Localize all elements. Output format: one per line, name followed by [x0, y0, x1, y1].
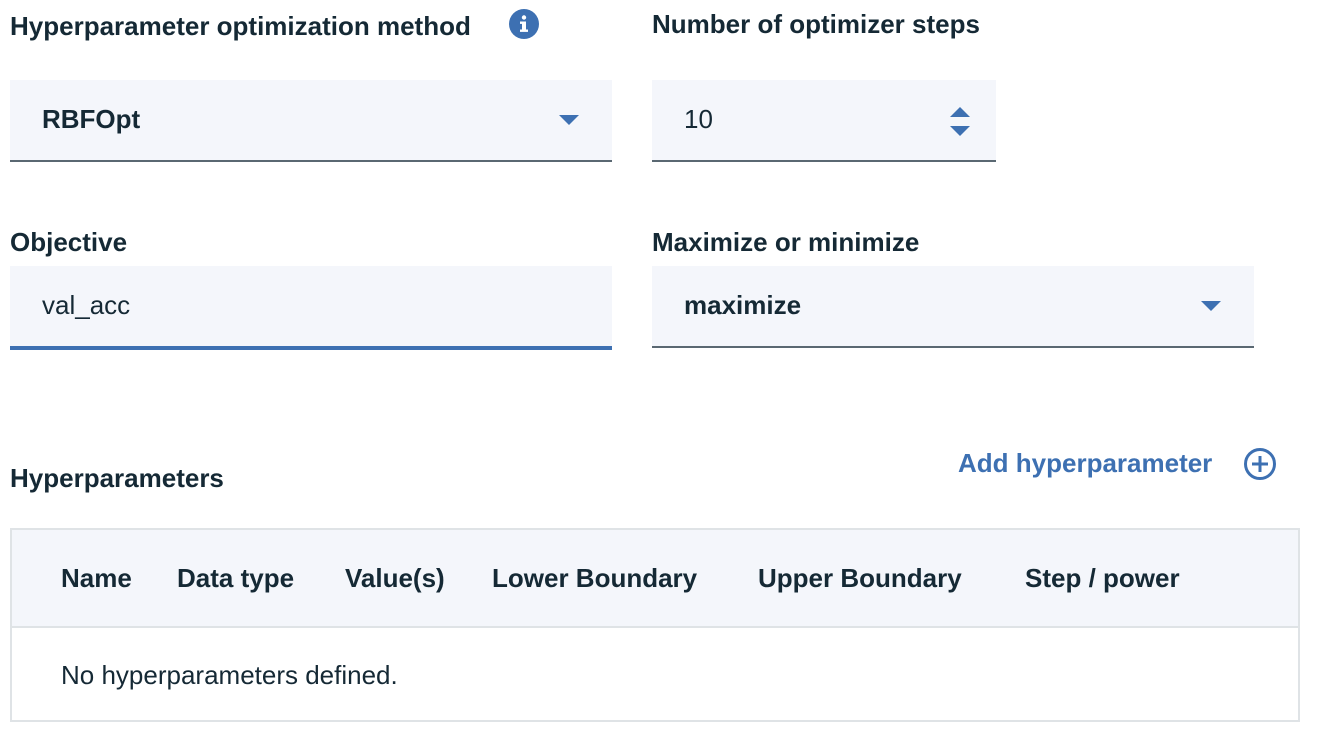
objective-input[interactable]: val_acc: [10, 266, 612, 350]
decrement-arrow-icon[interactable]: [950, 126, 970, 136]
column-header-upper-boundary[interactable]: Upper Boundary: [758, 530, 962, 626]
objective-value: val_acc: [42, 290, 131, 320]
optimizer-steps-value: 10: [684, 104, 713, 134]
add-circle-icon[interactable]: [1243, 447, 1277, 481]
column-header-name[interactable]: Name: [61, 530, 132, 626]
empty-table-message: No hyperparameters defined.: [61, 660, 398, 690]
column-header-step-power[interactable]: Step / power: [1025, 530, 1180, 626]
direction-label: Maximize or minimize: [652, 227, 920, 257]
hpo-settings-panel: Hyperparameter optimization method RBFOp…: [0, 0, 1318, 738]
table-header-row: Name Data type Value(s) Lower Boundary U…: [12, 530, 1298, 628]
column-header-data-type[interactable]: Data type: [177, 530, 294, 626]
column-header-values[interactable]: Value(s): [345, 530, 445, 626]
chevron-down-icon: [1201, 301, 1221, 311]
optimizer-steps-number-input[interactable]: 10: [652, 80, 996, 162]
column-header-lower-boundary[interactable]: Lower Boundary: [492, 530, 697, 626]
direction-value: maximize: [684, 290, 802, 320]
add-hyperparameter-link[interactable]: Add hyperparameter: [958, 448, 1212, 478]
optimization-method-dropdown[interactable]: RBFOpt: [10, 80, 612, 162]
hyperparameters-table: Name Data type Value(s) Lower Boundary U…: [10, 528, 1300, 722]
increment-arrow-icon[interactable]: [950, 107, 970, 117]
optimizer-steps-label: Number of optimizer steps: [652, 9, 980, 39]
chevron-down-icon: [559, 115, 579, 125]
objective-label: Objective: [10, 227, 128, 257]
optimization-method-value: RBFOpt: [42, 104, 141, 134]
direction-dropdown[interactable]: maximize: [652, 266, 1254, 348]
info-icon[interactable]: [509, 9, 539, 39]
optimization-method-label: Hyperparameter optimization method: [10, 11, 471, 41]
hyperparameters-title: Hyperparameters: [10, 463, 224, 493]
